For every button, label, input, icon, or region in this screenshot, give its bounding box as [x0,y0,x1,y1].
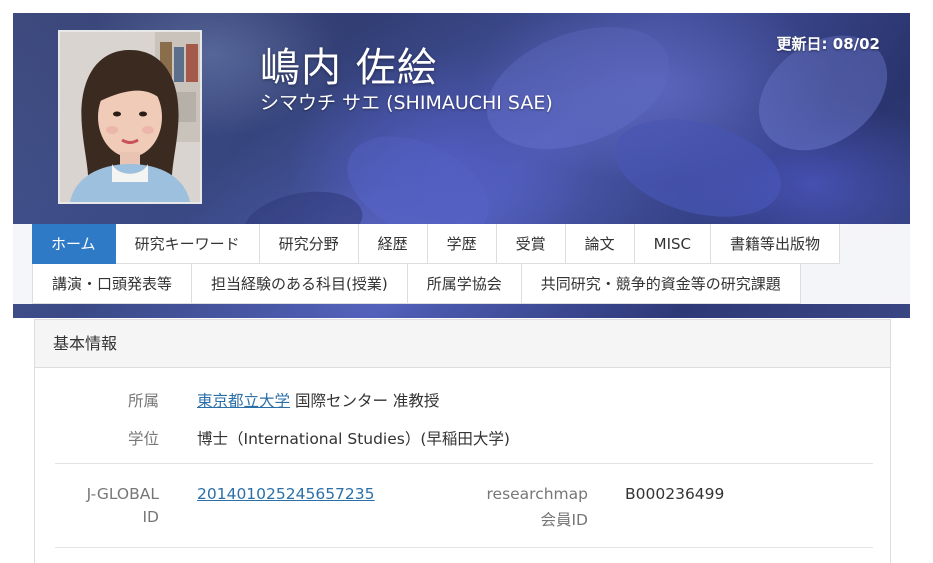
avatar [58,30,202,204]
basic-info-panel: 基本情報 所属 東京都立大学 国際センター 准教授 学位 博士（Internat… [34,319,891,563]
affiliation-label: 所属 [127,392,159,410]
tab-presentations[interactable]: 講演・口頭発表等 [32,264,193,304]
jglobal-label-line2: ID [142,508,159,526]
section-divider [55,463,873,464]
tab-research-fields[interactable]: 研究分野 [259,224,359,264]
researchmap-value: B000236499 [625,485,725,503]
tab-career[interactable]: 経歴 [358,224,428,264]
tab-research-projects[interactable]: 共同研究・競争的資金等の研究課題 [521,264,801,304]
affiliation-link[interactable]: 東京都立大学 [197,392,290,410]
tab-row-2: 講演・口頭発表等 担当経験のある科目(授業) 所属学協会 共同研究・競争的資金等… [32,264,801,304]
researchmap-label-line2: 会員ID [540,511,588,529]
tab-teaching[interactable]: 担当経験のある科目(授業) [192,264,408,304]
degree-label: 学位 [127,430,159,448]
tab-home[interactable]: ホーム [32,224,116,264]
jglobal-label-line1: J-GLOBAL [86,485,159,503]
tab-societies[interactable]: 所属学協会 [407,264,522,304]
degree-value: 博士（International Studies）(早稲田大学) [197,430,510,448]
jglobal-label: J-GLOBAL ID [59,485,159,526]
section-divider [55,547,873,548]
tab-row-1: ホーム 研究キーワード 研究分野 経歴 学歴 受賞 論文 MISC 書籍等出版物 [32,224,841,264]
profile-name: 嶋内 佐絵 [260,45,438,91]
profile-page: 嶋内 佐絵 シマウチ サエ (SHIMAUCHI SAE) 更新日: 08/02… [13,13,910,563]
tab-papers[interactable]: 論文 [565,224,635,264]
tab-research-keywords[interactable]: 研究キーワード [115,224,260,264]
profile-tabs: ホーム 研究キーワード 研究分野 経歴 学歴 受賞 論文 MISC 書籍等出版物… [13,224,910,304]
researchmap-label: researchmap 会員ID [465,485,589,530]
profile-banner: 嶋内 佐絵 シマウチ サエ (SHIMAUCHI SAE) 更新日: 08/02… [13,13,910,318]
basic-info-title: 基本情報 [35,320,890,368]
tab-education[interactable]: 学歴 [427,224,497,264]
avatar-photo [60,32,200,202]
profile-name-kana: シマウチ サエ (SHIMAUCHI SAE) [260,92,553,114]
researchmap-label-line1: researchmap [486,485,589,503]
tab-awards[interactable]: 受賞 [496,224,566,264]
affiliation-value: 東京都立大学 国際センター 准教授 [197,389,439,411]
jglobal-id-link[interactable]: 201401025245657235 [197,485,375,503]
tab-books[interactable]: 書籍等出版物 [711,224,841,264]
tab-misc[interactable]: MISC [634,224,712,264]
jglobal-value: 201401025245657235 [197,485,375,503]
affiliation-position: 国際センター 准教授 [290,392,440,410]
updated-date: 更新日: 08/02 [776,35,880,53]
